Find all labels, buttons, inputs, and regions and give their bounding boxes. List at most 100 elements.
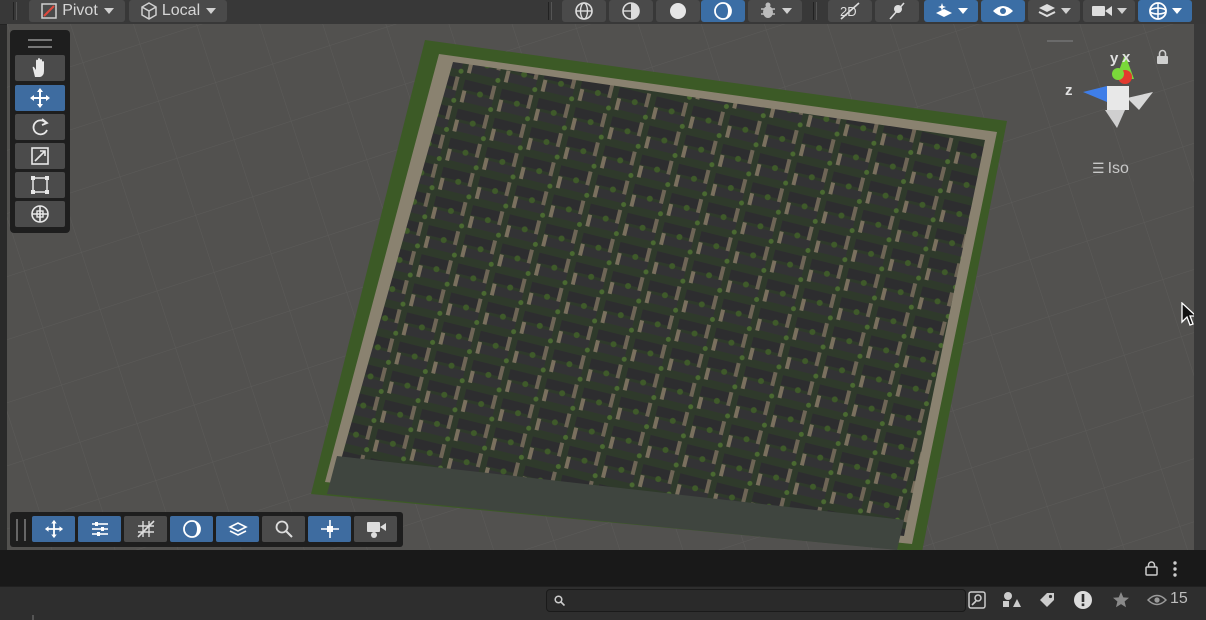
grid-off-icon xyxy=(136,520,155,538)
rotate-tool-button[interactable] xyxy=(15,114,65,140)
visible-count: 15 xyxy=(1170,590,1188,607)
debug-draw-dropdown[interactable] xyxy=(748,0,802,22)
scene-visibility-button[interactable] xyxy=(981,0,1025,22)
cube-icon xyxy=(141,2,157,20)
magnifier-icon xyxy=(275,520,293,538)
projection-label: Iso xyxy=(1107,160,1129,177)
grid-toggle-button[interactable] xyxy=(124,516,167,542)
transform-tool-button[interactable] xyxy=(15,201,65,227)
hamburger-icon: ☰ xyxy=(1092,160,1105,176)
bug-icon xyxy=(761,2,775,18)
wireframe-sphere-icon xyxy=(575,2,593,20)
snap-move-button[interactable] xyxy=(32,516,75,542)
center-arrows-icon xyxy=(320,520,339,538)
shaded-wireframe-icon xyxy=(622,2,640,20)
overlay-drag-handle[interactable] xyxy=(28,39,52,48)
search-icon xyxy=(554,595,565,606)
gizmo-y-label: y xyxy=(1110,50,1119,67)
scale-icon xyxy=(31,147,49,165)
layers-dropdown[interactable] xyxy=(1028,0,1080,22)
pivot-label: Pivot xyxy=(62,2,98,19)
warning-circle-icon xyxy=(1074,591,1092,609)
hidden-packages-toggle[interactable] xyxy=(1146,590,1168,610)
search-input[interactable] xyxy=(569,591,963,611)
hand-icon xyxy=(32,58,44,77)
eye-icon xyxy=(993,6,1013,16)
local-label: Local xyxy=(161,2,201,19)
camera-dropdown[interactable] xyxy=(1083,0,1135,22)
local-dropdown[interactable]: Local xyxy=(129,0,227,22)
toolbar-separator xyxy=(813,2,817,20)
scale-tool-button[interactable] xyxy=(15,143,65,169)
search-by-label-button[interactable] xyxy=(1036,590,1058,610)
toolbar-separator xyxy=(13,2,17,20)
search-scene-button[interactable] xyxy=(262,516,305,542)
panel-header xyxy=(0,550,1206,586)
gizmos-dropdown[interactable] xyxy=(1138,0,1192,22)
rotate-icon xyxy=(32,118,49,136)
lighting-toggle-button[interactable] xyxy=(875,0,919,22)
lit-shading-button[interactable] xyxy=(701,0,745,22)
tools-overlay xyxy=(10,30,70,233)
star-icon xyxy=(1113,592,1129,608)
shapes-icon xyxy=(1003,592,1021,607)
light-off-icon xyxy=(889,2,905,20)
bottom-divider xyxy=(32,615,34,620)
pivot-dropdown[interactable]: Pivot xyxy=(29,0,125,22)
layers-visibility-button[interactable] xyxy=(216,516,259,542)
scene-camera-button[interactable] xyxy=(354,516,397,542)
solid-sphere-icon xyxy=(670,3,686,19)
scene-overlay-toolbar xyxy=(10,512,403,547)
chevron-down-icon xyxy=(1061,8,1071,14)
move-arrows-icon xyxy=(44,519,63,539)
lock-icon[interactable] xyxy=(1145,561,1158,576)
scene-render xyxy=(7,24,1194,550)
gizmo-z-label: z xyxy=(1065,82,1073,99)
more-options-icon[interactable] xyxy=(1172,561,1178,577)
scrollbar-track[interactable] xyxy=(1194,24,1206,550)
rect-tool-button[interactable] xyxy=(15,172,65,198)
moon-sphere-icon xyxy=(182,520,201,538)
effects-layers-icon xyxy=(936,3,952,17)
moon-sphere-icon xyxy=(714,2,732,20)
scene-viewport[interactable]: y x z xyxy=(7,24,1194,550)
project-search-field[interactable] xyxy=(546,589,966,612)
center-pivot-button[interactable] xyxy=(308,516,351,542)
rect-transform-icon xyxy=(31,176,49,194)
eye-icon xyxy=(1147,594,1167,606)
chevron-down-icon xyxy=(206,8,217,14)
camera-icon xyxy=(366,522,386,538)
shaded-wireframe-button[interactable] xyxy=(609,0,653,22)
layers-icon xyxy=(227,522,248,536)
projection-toggle[interactable]: ☰ Iso xyxy=(1092,160,1129,178)
lighting-button[interactable] xyxy=(170,516,213,542)
layers-icon xyxy=(1038,4,1056,18)
settings-sliders-button[interactable] xyxy=(78,516,121,542)
gizmo-sphere-icon xyxy=(1149,2,1167,20)
wireframe-shading-button[interactable] xyxy=(562,0,606,22)
shaded-button[interactable] xyxy=(656,0,700,22)
transform-icon xyxy=(31,205,49,223)
chevron-down-icon xyxy=(1172,8,1182,14)
move-tool-button[interactable] xyxy=(15,85,65,111)
sliders-icon xyxy=(91,522,108,536)
favorites-button[interactable] xyxy=(1110,590,1132,610)
errors-filter-button[interactable] xyxy=(1072,589,1094,611)
search-by-type-button[interactable] xyxy=(966,590,988,610)
gizmo-x-label: x xyxy=(1122,49,1131,66)
toolbar-separator xyxy=(548,2,552,20)
camera-icon xyxy=(1092,6,1112,16)
chevron-down-icon xyxy=(782,8,792,14)
2d-toggle-button[interactable]: 2D xyxy=(828,0,872,22)
chevron-down-icon xyxy=(1117,8,1127,14)
2d-icon: 2D xyxy=(840,2,860,20)
overlay-drag-handle[interactable] xyxy=(16,519,26,541)
tag-icon xyxy=(1040,593,1054,607)
view-tool-button[interactable] xyxy=(15,55,65,81)
chevron-down-icon xyxy=(103,8,114,14)
scene-toolbar: Pivot Local 2D xyxy=(0,0,1206,25)
search-by-type-filter[interactable] xyxy=(999,590,1023,610)
maze xyxy=(337,62,985,536)
mouse-cursor-icon xyxy=(1181,302,1194,326)
effects-dropdown[interactable] xyxy=(924,0,978,22)
